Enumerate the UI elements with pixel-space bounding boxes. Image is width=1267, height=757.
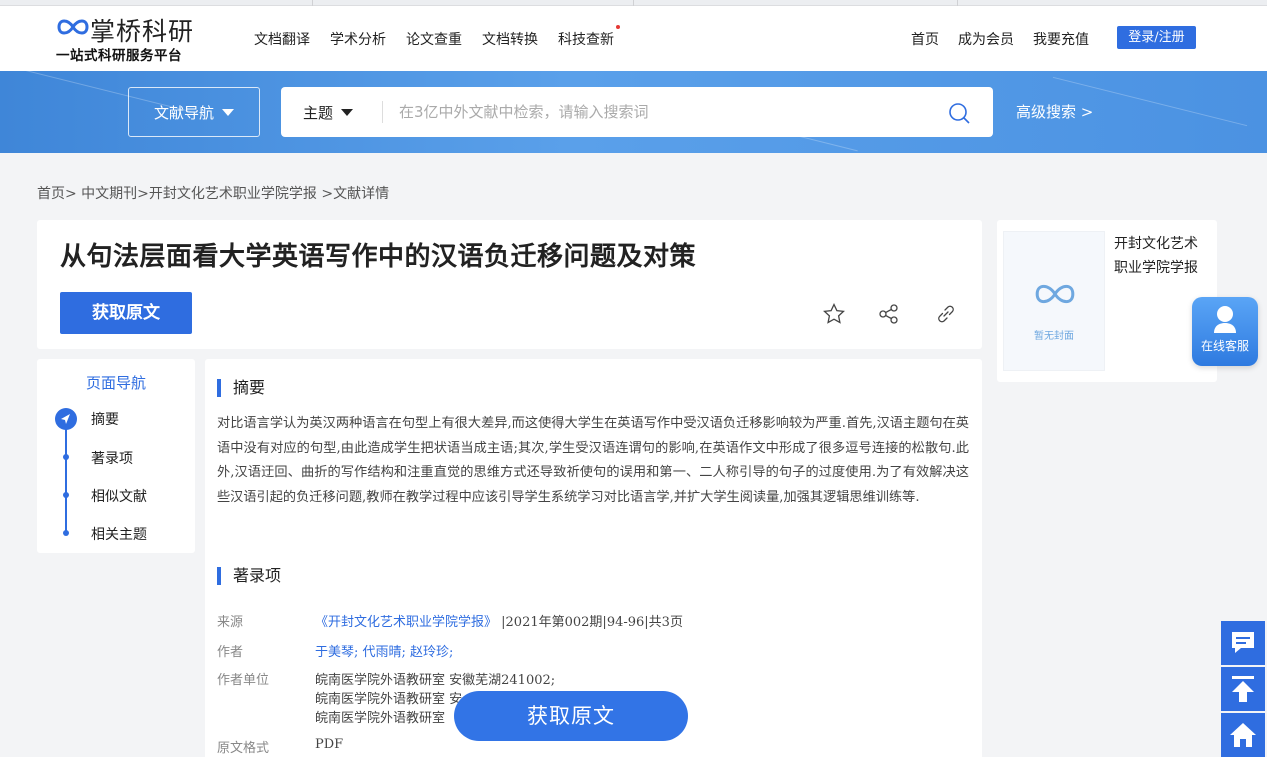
unit-line-1: 皖南医学院外语教研室 安徽芜湖241002; [315, 673, 556, 688]
nav-novelty-search[interactable]: 科技查新 [558, 25, 620, 49]
unit-line-2: 皖南医学院外语教研室 安 [315, 692, 463, 707]
get-fulltext-button[interactable]: 获取原文 [60, 292, 192, 334]
online-service-label: 在线客服 [1200, 339, 1249, 353]
share-icon[interactable] [877, 302, 901, 326]
nav-membership[interactable]: 成为会员 [958, 29, 1014, 49]
message-icon [1232, 632, 1254, 653]
nav-home[interactable]: 首页 [911, 29, 939, 49]
journal-name[interactable]: 开封文化艺术职业学院学报 [1114, 232, 1206, 280]
logo-subtitle: 一站式科研服务平台 [56, 48, 182, 64]
home-button[interactable] [1221, 713, 1265, 757]
nav-recharge[interactable]: 我要充值 [1033, 29, 1089, 49]
nav-plagiarism-check[interactable]: 论文查重 [406, 29, 462, 49]
home-icon [1230, 723, 1256, 747]
source-issue: |2021年第002期|94-96|共3页 [501, 615, 683, 630]
search-input[interactable] [399, 96, 919, 128]
article-header-card: 从句法层面看大学英语写作中的汉语负迁移问题及对策 获取原文 [37, 220, 982, 349]
caret-down-icon [341, 108, 354, 116]
search-icon[interactable] [947, 101, 971, 125]
unit-line-3: 皖南医学院外语教研室 [315, 711, 446, 726]
floating-get-fulltext-button[interactable]: 获取原文 [454, 691, 688, 741]
doc-nav-dropdown[interactable]: 文献导航 [128, 87, 260, 137]
nav-novelty-label: 科技查新 [558, 32, 614, 48]
author-label: 作者 [217, 645, 244, 660]
advanced-search-link[interactable]: 高级搜索 > [1016, 101, 1093, 122]
unit-label: 作者单位 [217, 673, 270, 688]
format-value: PDF [315, 737, 344, 752]
feedback-button[interactable] [1221, 621, 1265, 665]
source-label: 来源 [217, 615, 244, 630]
caret-down-icon [222, 108, 234, 116]
page-nav-item-topics[interactable]: 相关主题 [91, 524, 147, 544]
right-nav: 首页 成为会员 我要充值 [911, 29, 1089, 49]
site-logo[interactable]: 掌桥科研 一站式科研服务平台 [56, 12, 226, 64]
back-to-top-button[interactable] [1221, 667, 1265, 711]
doc-nav-label: 文献导航 [153, 103, 214, 122]
nav-doc-translate[interactable]: 文档翻译 [254, 29, 310, 49]
divider [382, 101, 383, 123]
login-register-button[interactable]: 登录/注册 [1117, 26, 1196, 49]
infinity-logo-icon [1035, 284, 1075, 304]
logo-name: 掌桥科研 [90, 17, 195, 46]
link-icon[interactable] [934, 302, 958, 326]
journal-cover: 暂无封面 [1003, 231, 1105, 371]
site-header: 掌桥科研 一站式科研服务平台 文档翻译 学术分析 论文查重 文档转换 科技查新 … [0, 6, 1267, 71]
source-value: 《开封文化艺术职业学院学报》 |2021年第002期|94-96|共3页 [315, 611, 683, 630]
article-title: 从句法层面看大学英语写作中的汉语负迁移问题及对策 [60, 242, 697, 272]
page-nav-item-record[interactable]: 著录项 [91, 448, 133, 468]
author-links[interactable]: 于美琴; 代雨晴; 赵玲珍; [315, 641, 453, 660]
online-service-button[interactable]: 在线客服 [1192, 297, 1258, 366]
page-nav-item-similar[interactable]: 相似文献 [91, 486, 147, 506]
new-badge-dot [616, 25, 620, 29]
support-agent-icon [1214, 306, 1236, 333]
nav-dot [63, 492, 69, 498]
abstract-heading: 摘要 [217, 379, 265, 397]
format-label: 原文格式 [217, 741, 270, 756]
active-location-icon [55, 408, 77, 430]
journal-card[interactable]: 暂无封面 开封文化艺术职业学院学报 [997, 220, 1217, 382]
arrow-up-icon [1232, 676, 1254, 702]
abstract-text: 对比语言学认为英汉两种语言在句型上有很大差异,而这使得大学生在英语写作中受汉语负… [217, 416, 969, 505]
source-journal-link[interactable]: 《开封文化艺术职业学院学报》 [315, 615, 497, 630]
page-nav-title: 页面导航 [85, 374, 146, 392]
search-type-label: 主题 [303, 103, 334, 122]
nav-academic-analysis[interactable]: 学术分析 [330, 29, 386, 49]
breadcrumb[interactable]: 首页> 中文期刊>开封文化艺术职业学院学报 >文献详情 [37, 183, 389, 203]
search-banner: 文献导航 主题 高级搜索 > [0, 71, 1267, 153]
cover-placeholder-text: 暂无封面 [1034, 331, 1074, 342]
nav-doc-convert[interactable]: 文档转换 [482, 29, 538, 49]
search-box: 主题 [281, 87, 993, 137]
nav-dot [63, 530, 69, 536]
star-icon[interactable] [822, 302, 846, 326]
page-nav: 页面导航 摘要 著录项 相似文献 相关主题 [37, 359, 195, 553]
top-nav: 文档翻译 学术分析 论文查重 文档转换 科技查新 [254, 25, 620, 49]
nav-track-line [65, 421, 67, 533]
page-nav-item-abstract[interactable]: 摘要 [91, 409, 119, 429]
search-type-dropdown[interactable]: 主题 [303, 87, 354, 137]
record-heading: 著录项 [217, 567, 281, 585]
infinity-logo-icon [57, 19, 89, 35]
nav-dot [63, 454, 69, 460]
